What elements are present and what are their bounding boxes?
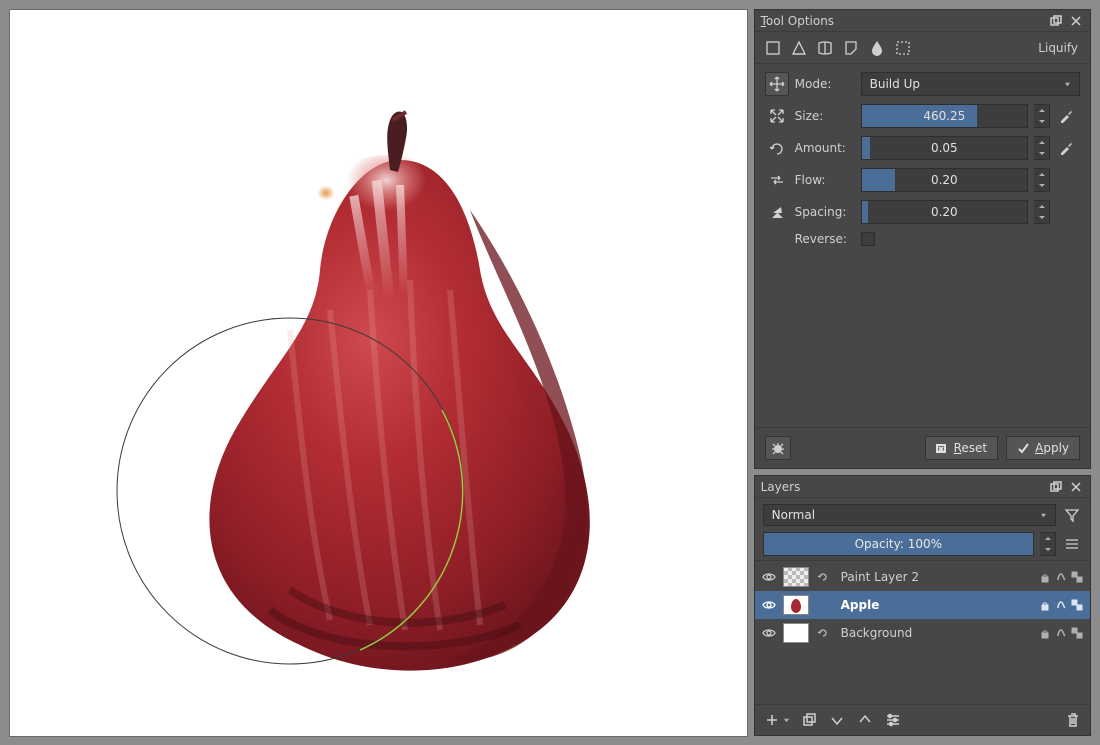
amount-spinner[interactable] <box>1034 136 1050 160</box>
sync-icon <box>815 627 831 639</box>
detach-layers-icon[interactable] <box>1048 479 1064 495</box>
sync-icon <box>815 571 831 583</box>
layers-titlebar[interactable]: Layers <box>755 476 1090 498</box>
filter-icon[interactable] <box>1062 505 1082 525</box>
size-field[interactable]: 460.25 <box>861 104 1028 128</box>
layer-row-background[interactable]: Background <box>755 619 1090 647</box>
checker-icon[interactable] <box>1070 570 1084 584</box>
layer-name-label: Paint Layer 2 <box>837 570 1032 584</box>
detach-panel-icon[interactable] <box>1048 13 1064 29</box>
apply-rest: pply <box>1043 441 1069 455</box>
canvas[interactable] <box>10 10 747 736</box>
close-panel-icon[interactable] <box>1068 13 1084 29</box>
tab-free-transform-icon[interactable] <box>763 38 783 58</box>
spacing-spinner[interactable] <box>1034 200 1050 224</box>
alpha-icon[interactable] <box>1054 626 1068 640</box>
reverse-label: Reverse: <box>795 232 855 246</box>
spacing-field[interactable]: 0.20 <box>861 200 1028 224</box>
layer-name-label: Background <box>837 626 1032 640</box>
size-label: Size: <box>795 109 855 123</box>
tab-perspective-icon[interactable] <box>789 38 809 58</box>
close-layers-icon[interactable] <box>1068 479 1084 495</box>
amount-eyedropper-icon[interactable] <box>1056 138 1076 158</box>
blend-mode-dropdown[interactable]: Normal <box>763 504 1056 526</box>
add-layer-icon[interactable] <box>763 711 781 729</box>
layer-row-paint-layer-2[interactable]: Paint Layer 2 <box>755 563 1090 591</box>
lock-icon[interactable] <box>1038 626 1052 640</box>
layer-menu-icon[interactable] <box>1062 534 1082 554</box>
reset-button[interactable]: Reset <box>925 436 999 460</box>
amount-label: Amount: <box>795 141 855 155</box>
tool-options-panel: Tool Options Liquify Mode: <box>755 10 1090 468</box>
layer-row-apple[interactable]: Apple <box>755 591 1090 619</box>
apply-button[interactable]: Apply <box>1006 436 1080 460</box>
tab-mesh-icon[interactable] <box>893 38 913 58</box>
offset-icon[interactable] <box>765 168 789 192</box>
checker-icon[interactable] <box>1070 598 1084 612</box>
layers-footer <box>755 704 1090 735</box>
visibility-toggle[interactable] <box>761 569 777 585</box>
layer-thumbnail <box>783 567 809 587</box>
flow-field[interactable]: 0.20 <box>861 168 1028 192</box>
alpha-icon[interactable] <box>1054 598 1068 612</box>
rotate-icon[interactable] <box>765 136 789 160</box>
add-layer-chevron-icon[interactable] <box>783 713 790 727</box>
delete-layer-icon[interactable] <box>1064 711 1082 729</box>
size-spinner[interactable] <box>1034 104 1050 128</box>
reset-rest: eset <box>961 441 987 455</box>
tab-liquify-icon[interactable] <box>867 38 887 58</box>
move-mode-icon[interactable] <box>765 72 789 96</box>
tool-options-title: Tool Options <box>761 14 1044 28</box>
layer-thumbnail <box>783 595 809 615</box>
lock-icon[interactable] <box>1038 598 1052 612</box>
reverse-checkbox[interactable] <box>861 232 875 246</box>
spacing-label: Spacing: <box>795 205 855 219</box>
move-down-icon[interactable] <box>828 711 846 729</box>
visibility-toggle[interactable] <box>761 625 777 641</box>
layer-settings-icon[interactable] <box>884 711 902 729</box>
lock-icon[interactable] <box>1038 570 1052 584</box>
mode-label: Mode: <box>795 77 855 91</box>
move-up-icon[interactable] <box>856 711 874 729</box>
tool-options-titlebar[interactable]: Tool Options <box>755 10 1090 32</box>
mode-dropdown[interactable]: Build Up <box>861 72 1080 96</box>
layer-thumbnail <box>783 623 809 643</box>
layer-name-label: Apple <box>837 598 1032 612</box>
layers-title: Layers <box>761 480 1044 494</box>
tab-cage-icon[interactable] <box>841 38 861 58</box>
flow-label: Flow: <box>795 173 855 187</box>
tab-warp-icon[interactable] <box>815 38 835 58</box>
flow-spinner[interactable] <box>1034 168 1050 192</box>
artwork-illustration <box>10 10 747 736</box>
amount-field[interactable]: 0.05 <box>861 136 1028 160</box>
checker-icon[interactable] <box>1070 626 1084 640</box>
transform-tabstrip: Liquify <box>755 32 1090 64</box>
layers-list: Paint Layer 2 Apple <box>755 561 1090 704</box>
undo-icon[interactable] <box>765 200 789 224</box>
layers-panel: Layers Normal Opacity: 100% <box>755 476 1090 735</box>
opacity-slider[interactable]: Opacity: 100% <box>763 532 1034 556</box>
alpha-icon[interactable] <box>1054 570 1068 584</box>
bug-icon[interactable] <box>765 436 791 460</box>
scale-icon[interactable] <box>765 104 789 128</box>
duplicate-layer-icon[interactable] <box>800 711 818 729</box>
tab-liquify-label: Liquify <box>1038 41 1078 55</box>
size-eyedropper-icon[interactable] <box>1056 106 1076 126</box>
opacity-spinner[interactable] <box>1040 532 1056 556</box>
visibility-toggle[interactable] <box>761 597 777 613</box>
